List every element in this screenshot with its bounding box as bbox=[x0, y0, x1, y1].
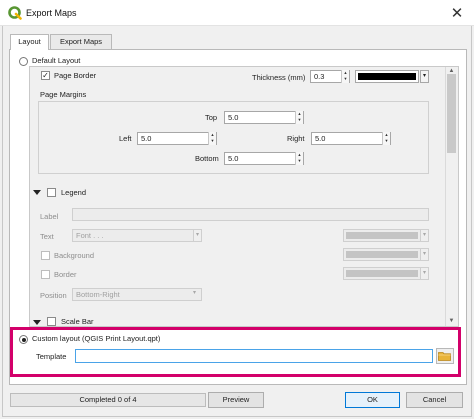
default-layout-radio[interactable] bbox=[19, 57, 28, 66]
margin-top-spin-buttons[interactable]: ▲ ▼ bbox=[295, 111, 303, 124]
border-color-button[interactable] bbox=[355, 70, 419, 83]
collapse-triangle-icon[interactable] bbox=[33, 190, 41, 195]
dropdown-arrow-icon: ▾ bbox=[422, 73, 426, 79]
spin-down-icon[interactable]: ▼ bbox=[342, 76, 349, 82]
template-label: Template bbox=[36, 352, 67, 361]
legend-text-color-dropdown[interactable]: ▾ bbox=[420, 229, 429, 242]
legend-border-color-button[interactable] bbox=[343, 267, 421, 280]
thickness-spin-buttons[interactable]: ▲ ▼ bbox=[341, 70, 349, 83]
folder-icon bbox=[438, 352, 451, 361]
dropdown-arrow-icon: ▾ bbox=[193, 290, 197, 296]
legend-border-label: Border bbox=[54, 270, 77, 279]
margin-right-input[interactable]: 5.0 bbox=[311, 132, 391, 145]
scroll-down-icon[interactable]: ▼ bbox=[447, 318, 456, 324]
thickness-label: Thickness (mm) bbox=[252, 73, 306, 82]
legend-background-label: Background bbox=[54, 251, 95, 260]
custom-layout-radio[interactable] bbox=[19, 335, 28, 344]
scale-bar-title: Scale Bar bbox=[61, 317, 94, 326]
legend-font-button[interactable]: Font . . . bbox=[72, 229, 194, 242]
margin-top-input[interactable]: 5.0 bbox=[224, 111, 304, 124]
margin-left-label: Left bbox=[119, 134, 132, 143]
legend-background-color-dropdown[interactable]: ▾ bbox=[420, 248, 429, 261]
legend-border-color-dropdown[interactable]: ▾ bbox=[420, 267, 429, 280]
scrollbar-thumb[interactable] bbox=[447, 74, 456, 153]
margin-right-spin-buttons[interactable]: ▲ ▼ bbox=[382, 132, 390, 145]
page-border-checkbox[interactable]: ✓ bbox=[41, 71, 50, 80]
qgis-logo-icon bbox=[8, 6, 22, 20]
cancel-button[interactable]: Cancel bbox=[406, 392, 463, 408]
margin-right-label: Right bbox=[287, 134, 305, 143]
margin-top-label: Top bbox=[205, 113, 218, 122]
close-icon[interactable]: ✕ bbox=[446, 3, 468, 23]
preview-button[interactable]: Preview bbox=[208, 392, 264, 408]
page-margins-title: Page Margins bbox=[40, 90, 87, 99]
margin-left-spin-buttons[interactable]: ▲ ▼ bbox=[208, 132, 216, 145]
border-color-dropdown[interactable]: ▾ bbox=[420, 70, 429, 83]
legend-checkbox[interactable] bbox=[47, 188, 56, 197]
template-path-input[interactable] bbox=[75, 349, 433, 363]
margin-left-input[interactable]: 5.0 bbox=[137, 132, 217, 145]
scale-bar-checkbox[interactable] bbox=[47, 317, 56, 326]
page-border-label: Page Border bbox=[54, 71, 97, 80]
legend-title: Legend bbox=[61, 188, 87, 197]
collapse-triangle-icon[interactable] bbox=[33, 320, 41, 325]
legend-background-checkbox[interactable] bbox=[41, 251, 50, 260]
custom-layout-label: Custom layout (QGIS Print Layout.qpt) bbox=[32, 334, 161, 343]
tab-export-maps[interactable]: Export Maps bbox=[50, 34, 112, 49]
tab-layout[interactable]: Layout bbox=[10, 34, 49, 50]
legend-position-select[interactable]: Bottom-Right bbox=[72, 288, 202, 301]
margin-bottom-label: Bottom bbox=[195, 154, 219, 163]
legend-text-label: Text bbox=[40, 232, 54, 241]
legend-border-checkbox[interactable] bbox=[41, 270, 50, 279]
border-color-swatch bbox=[358, 73, 416, 80]
margin-bottom-input[interactable]: 5.0 bbox=[224, 152, 304, 165]
window-title: Export Maps bbox=[26, 8, 77, 18]
legend-position-label: Position bbox=[40, 291, 67, 300]
margin-bottom-spin-buttons[interactable]: ▲ ▼ bbox=[295, 152, 303, 165]
legend-label-input[interactable] bbox=[72, 208, 429, 221]
legend-label-label: Label bbox=[40, 212, 59, 221]
ok-button[interactable]: OK bbox=[345, 392, 400, 408]
checkmark-icon: ✓ bbox=[42, 71, 49, 80]
legend-background-color-button[interactable] bbox=[343, 248, 421, 261]
legend-text-color-button[interactable] bbox=[343, 229, 421, 242]
progress-bar: Completed 0 of 4 bbox=[10, 393, 206, 407]
default-layout-label: Default Layout bbox=[32, 56, 81, 65]
legend-font-dropdown[interactable]: ▾ bbox=[193, 229, 202, 242]
